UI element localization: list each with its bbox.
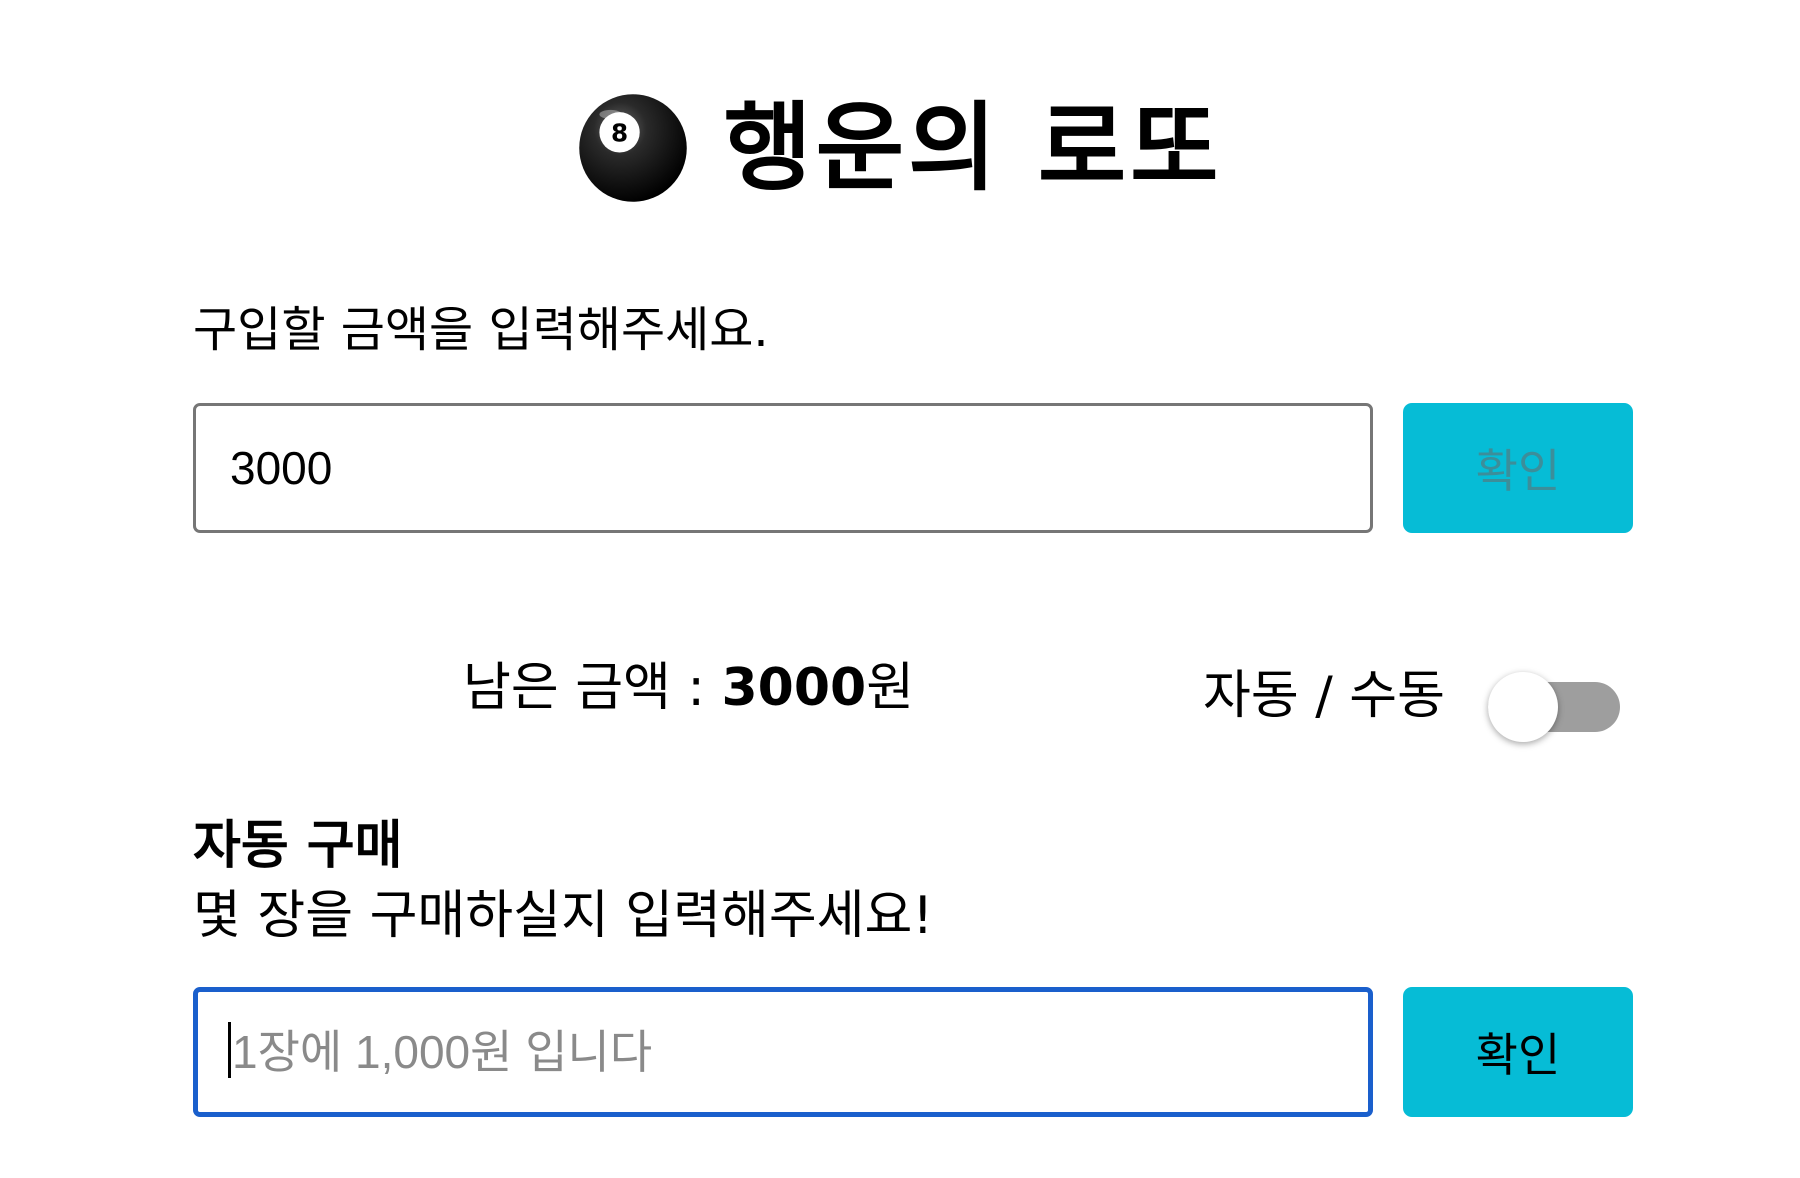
purchase-amount-label: 구입할 금액을 입력해주세요. xyxy=(193,302,769,358)
confirm-count-label: 확인 xyxy=(1475,1028,1561,1082)
confirm-amount-button[interactable]: 확인 xyxy=(1403,403,1633,533)
remaining-amount-unit: 원 xyxy=(866,658,915,718)
remaining-amount: 남은 금액 : 3000원 xyxy=(463,658,915,718)
header: 8 행운의 로또 xyxy=(0,88,1800,208)
remaining-amount-label: 남은 금액 : xyxy=(463,658,722,718)
page-title: 행운의 로또 xyxy=(723,92,1223,204)
confirm-count-button[interactable]: 확인 xyxy=(1403,987,1633,1117)
auto-purchase-description: 몇 장을 구매하실지 입력해주세요! xyxy=(193,886,934,946)
billiard-8-ball-icon: 8 xyxy=(579,94,688,202)
svg-text:8: 8 xyxy=(611,118,628,147)
purchase-amount-input[interactable] xyxy=(193,403,1373,533)
confirm-amount-label: 확인 xyxy=(1475,444,1561,498)
toggle-knob xyxy=(1488,672,1558,742)
text-caret xyxy=(228,1022,231,1078)
remaining-amount-value: 3000 xyxy=(721,658,867,718)
mode-toggle-label: 자동 / 수동 xyxy=(1203,666,1445,726)
auto-manual-toggle[interactable] xyxy=(1488,672,1620,742)
auto-purchase-heading: 자동 구매 xyxy=(193,816,403,876)
lotto-page: 8 행운의 로또 구입할 금액을 입력해주세요. 확인 남은 금액 : 3000… xyxy=(0,0,1800,1178)
ticket-count-input[interactable] xyxy=(193,987,1373,1117)
